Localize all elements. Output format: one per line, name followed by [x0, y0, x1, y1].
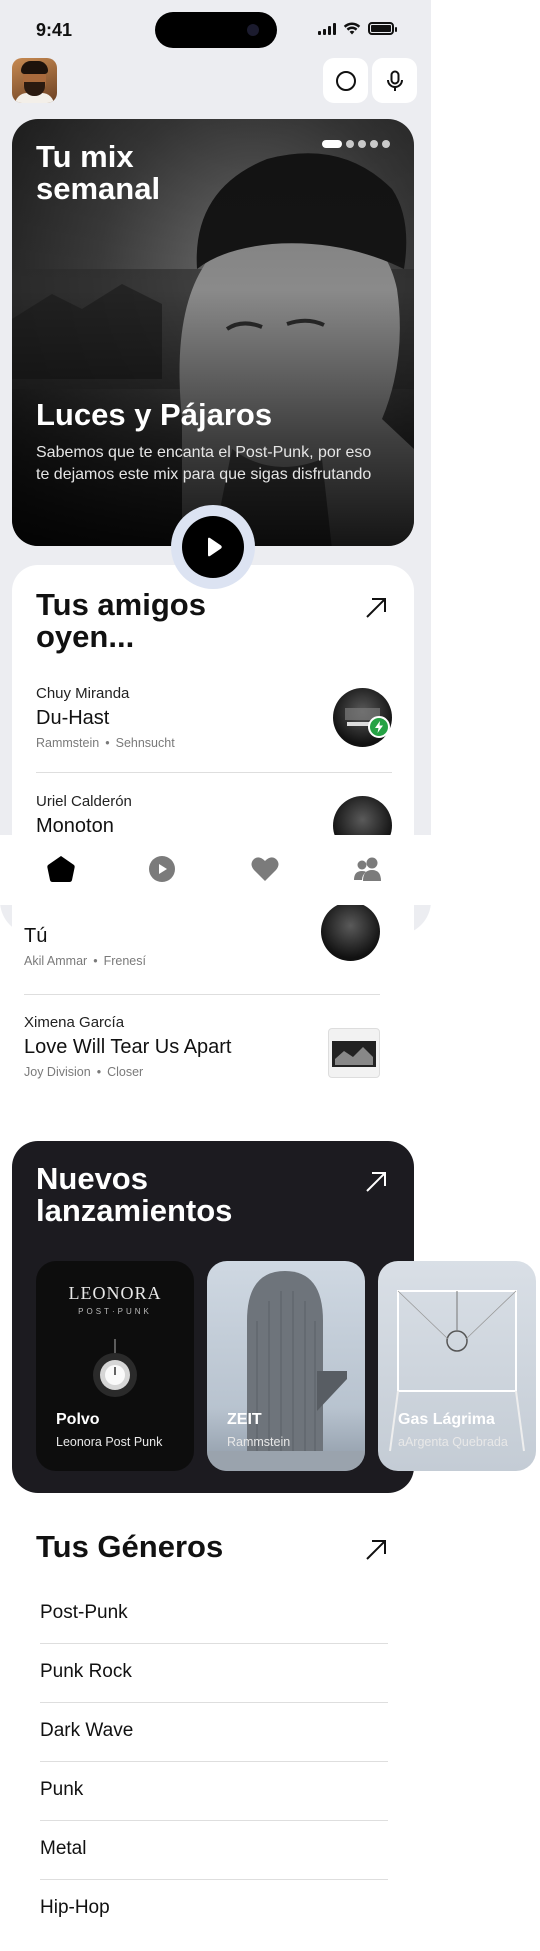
mix-album-title: Luces y Pájaros	[36, 397, 273, 432]
search-icon	[335, 70, 356, 91]
arrow-up-right-icon[interactable]	[363, 1537, 389, 1563]
genre-item[interactable]: Post-Punk	[40, 1586, 388, 1644]
carousel-dot[interactable]	[346, 140, 354, 148]
mix-description: Sabemos que te encanta el Post-Punk, por…	[36, 444, 372, 483]
tab-home[interactable]	[44, 852, 78, 886]
release-artist: aArgenta Quebrada	[398, 1435, 508, 1449]
spotify-badge-icon	[368, 716, 390, 738]
releases-title: Nuevos lanzamientos	[36, 1161, 233, 1228]
play-button-ring[interactable]	[171, 505, 255, 589]
home-icon	[47, 856, 75, 882]
release-card[interactable]: ZEIT Rammstein	[207, 1261, 365, 1471]
carousel-dot[interactable]	[382, 140, 390, 148]
bottom-tab-bar	[0, 835, 431, 905]
pocket-watch-image	[93, 1339, 137, 1397]
friends-list-continued: Tú Akil Ammar • Frenesí Ximena García Love…	[0, 902, 431, 1080]
release-title: ZEIT	[227, 1411, 262, 1428]
arrow-up-right-icon[interactable]	[363, 1169, 389, 1195]
release-artist: Leonora Post Punk	[56, 1435, 163, 1449]
carousel-dot[interactable]	[370, 140, 378, 148]
cover-text: LEONORA	[68, 1283, 162, 1303]
weekly-mix-card[interactable]: Tu mix semanal Luces y Pájaros Sabemos q…	[12, 119, 414, 546]
microphone-icon	[386, 70, 403, 91]
friend-song-meta: Joy Division • Closer	[24, 1065, 144, 1079]
status-time: 9:41	[36, 20, 73, 40]
dynamic-island	[155, 12, 277, 48]
battery-icon	[368, 22, 397, 35]
friends-title: Tus amigos oyen...	[36, 587, 206, 654]
release-card[interactable]: Gas Lágrima aArgenta Quebrada	[378, 1261, 536, 1471]
status-bar: 9:41	[0, 0, 431, 60]
carousel-dot[interactable]	[358, 140, 366, 148]
avatar[interactable]	[12, 58, 57, 103]
cover-subtext: POST·PUNK	[78, 1307, 152, 1316]
signal-icon	[318, 22, 336, 35]
genre-item[interactable]: Hip-Hop	[40, 1881, 388, 1939]
friend-song: Love Will Tear Us Apart	[24, 1036, 232, 1058]
release-title: Polvo	[56, 1411, 100, 1428]
play-circle-icon	[149, 856, 175, 882]
genre-item[interactable]: Punk	[40, 1763, 388, 1821]
play-button[interactable]	[182, 516, 244, 578]
carousel-indicator[interactable]	[322, 140, 390, 148]
mix-title: Tu mix semanal	[36, 139, 161, 206]
tab-play[interactable]	[145, 852, 179, 886]
friend-item[interactable]: Chuy Miranda Du-Hast Rammstein • Sehnsucht	[36, 685, 392, 785]
friend-name: Ximena García	[24, 1014, 125, 1031]
tab-friends[interactable]	[351, 852, 385, 886]
release-artist: Rammstein	[227, 1435, 291, 1449]
friend-song-meta: Rammstein • Sehnsucht	[36, 736, 175, 750]
friend-item[interactable]: Ximena García Love Will Tear Us Apart Jo…	[24, 1014, 380, 1114]
friend-item[interactable]: Tú Akil Ammar • Frenesí	[24, 902, 380, 1020]
genre-item[interactable]: Dark Wave	[40, 1704, 388, 1762]
friend-song-meta: Akil Ammar • Frenesí	[24, 954, 146, 968]
heart-icon	[251, 857, 279, 881]
search-button[interactable]	[323, 58, 368, 103]
users-icon	[354, 857, 381, 881]
tab-favorites[interactable]	[248, 852, 282, 886]
album-cover	[321, 902, 380, 961]
album-cover	[328, 1028, 380, 1078]
genre-item[interactable]: Punk Rock	[40, 1645, 388, 1703]
wifi-icon	[343, 22, 361, 35]
camera-icon	[247, 24, 259, 36]
carousel-dot[interactable]	[322, 140, 342, 148]
release-card[interactable]: LEONORA POST·PUNK Polvo Leonora Post Pun…	[36, 1261, 194, 1471]
genres-title: Tus Géneros	[36, 1529, 224, 1564]
release-title: Gas Lágrima	[398, 1411, 495, 1428]
arrow-up-right-icon[interactable]	[363, 595, 389, 621]
microphone-button[interactable]	[372, 58, 417, 103]
genre-item[interactable]: Metal	[40, 1822, 388, 1880]
play-icon	[208, 537, 222, 557]
